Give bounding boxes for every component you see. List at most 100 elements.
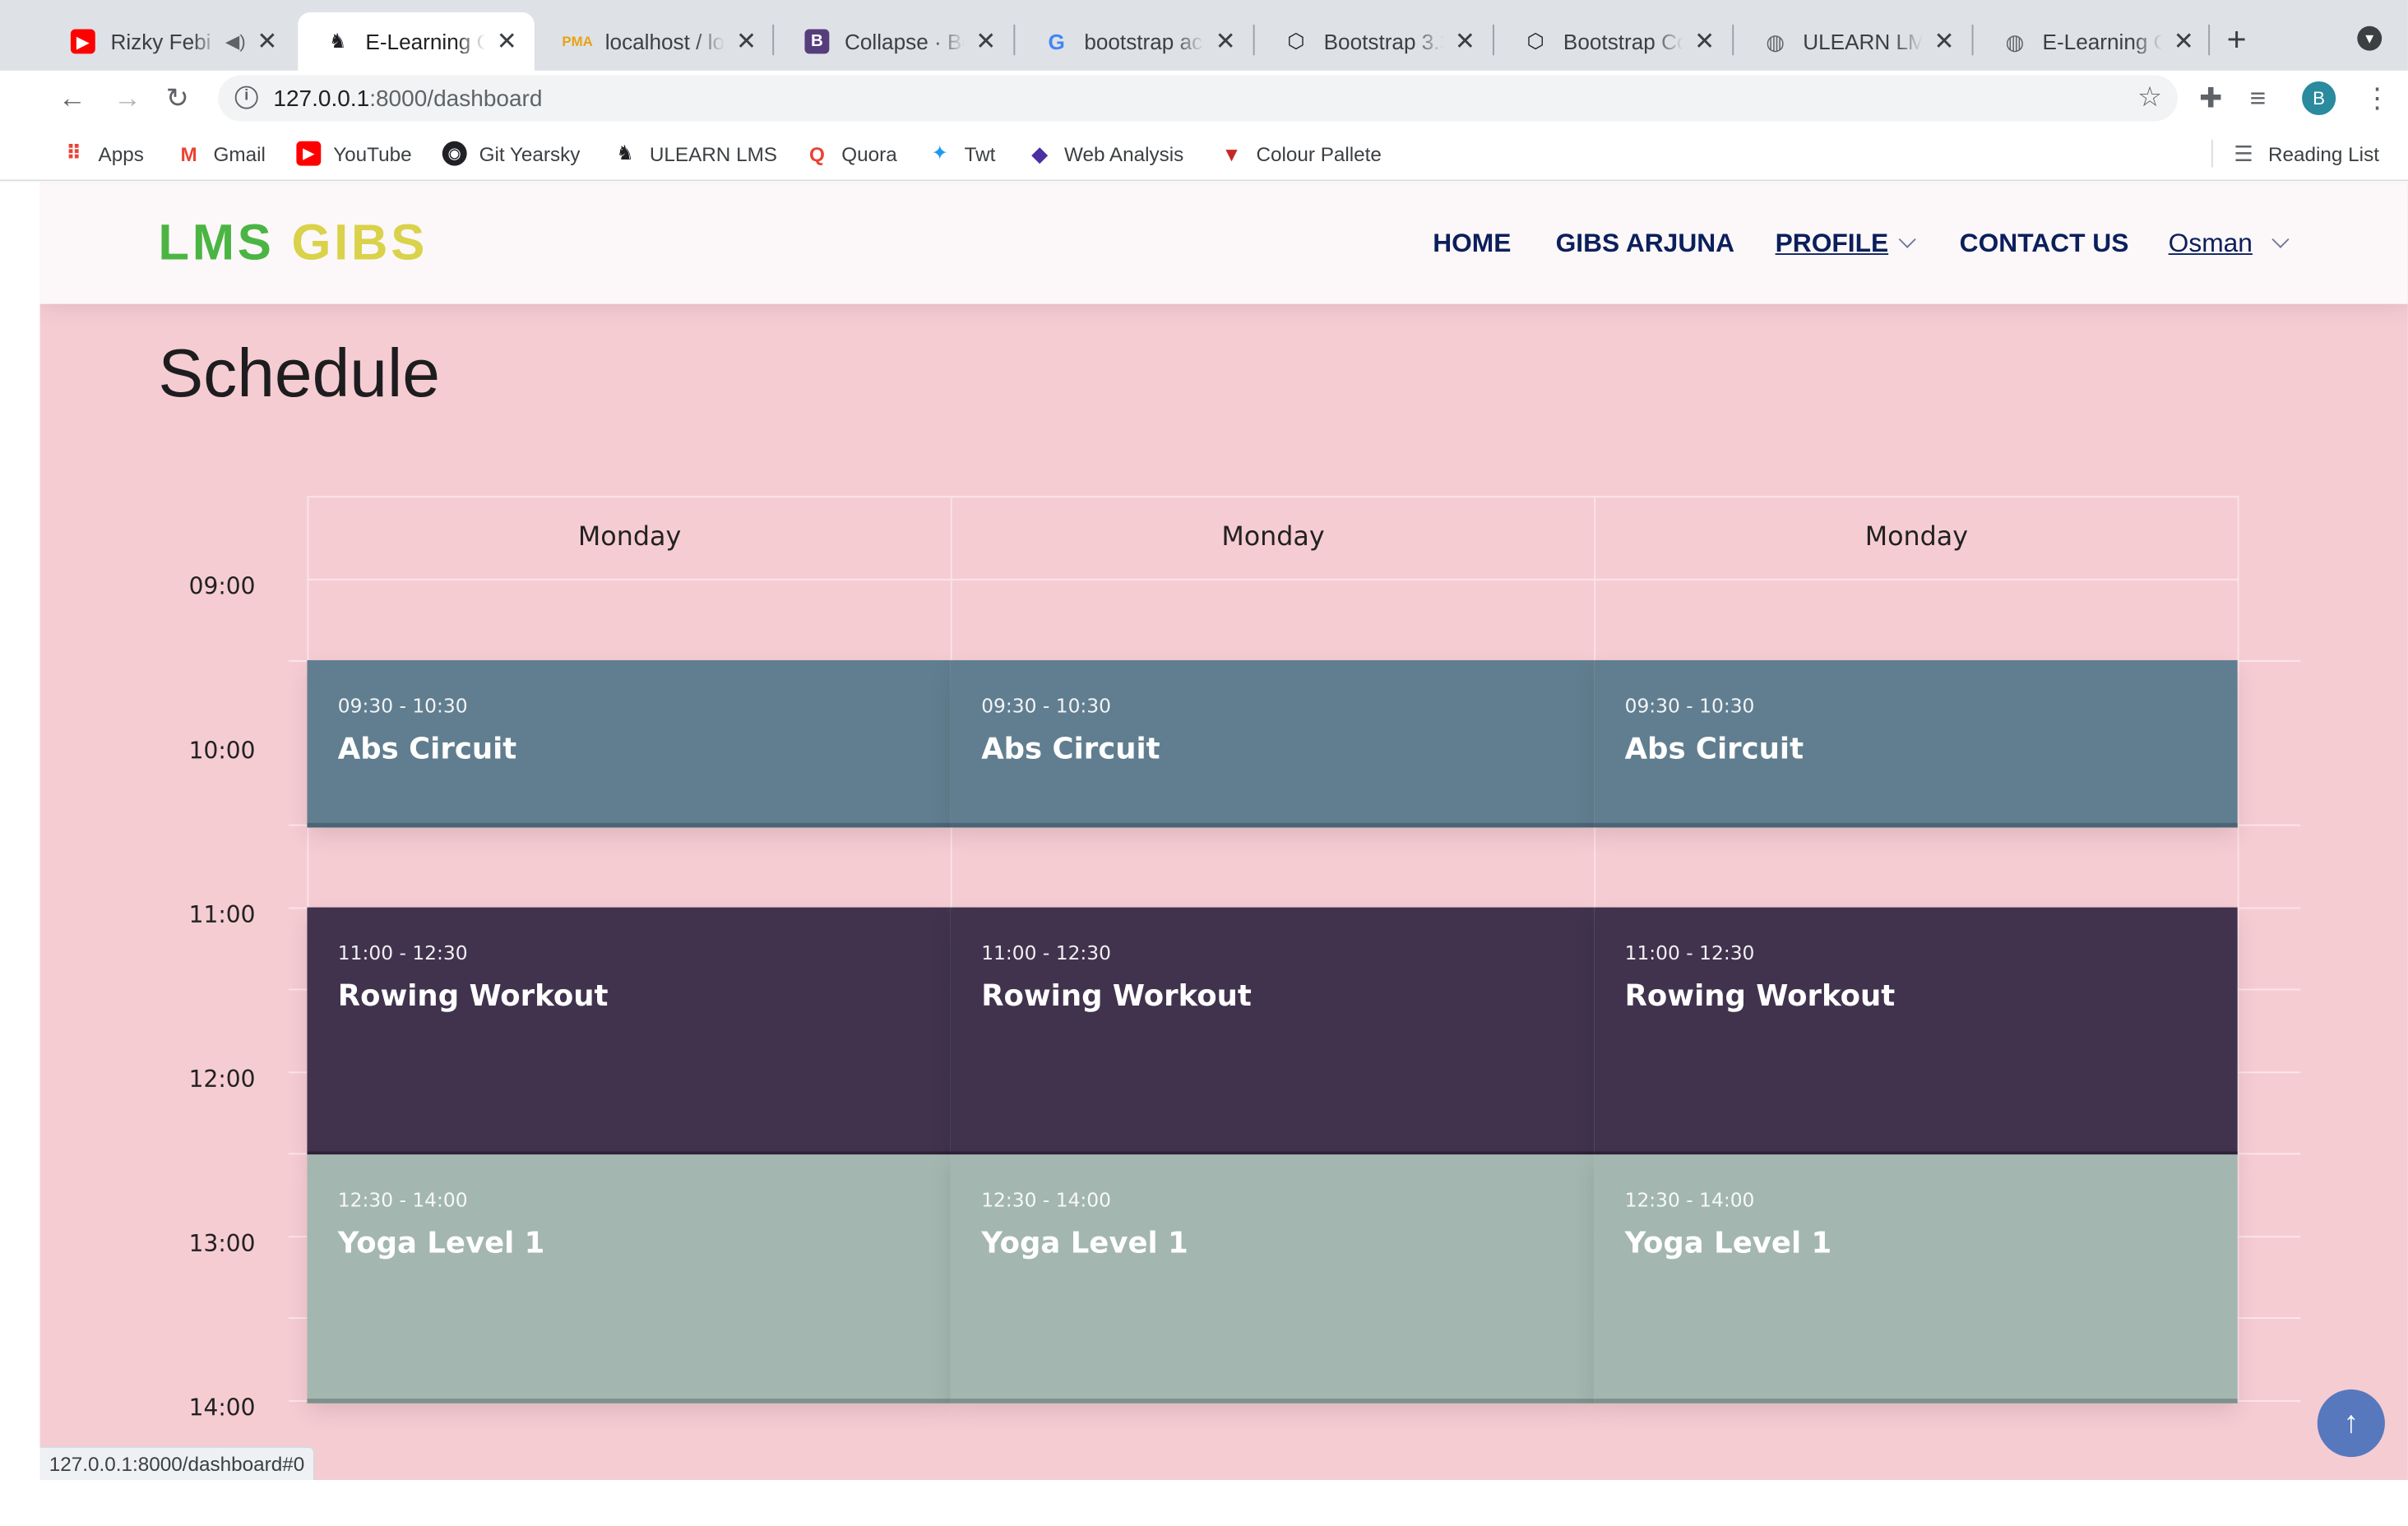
profile-avatar[interactable]: B	[2302, 81, 2336, 116]
nav-profile-dropdown[interactable]: PROFILE	[1776, 229, 1916, 259]
close-icon[interactable]: ✕	[1213, 26, 1238, 57]
bookmark-quora[interactable]: Q Quora	[804, 141, 897, 166]
tab-strip: ▶ Rizky Febi ◀) ✕ ♞ E-Learning GIBS ✕ PM…	[0, 0, 2408, 71]
close-icon[interactable]: ✕	[734, 26, 759, 57]
new-tab-button[interactable]: +	[2227, 20, 2247, 60]
twitter-icon: ✦	[931, 141, 948, 164]
event-name: Yoga Level 1	[981, 1226, 1188, 1261]
site-info-icon[interactable]: i	[234, 86, 258, 109]
apps-grid-icon: ⠿	[66, 141, 82, 164]
tab-title: E-Learning GIBS	[365, 29, 485, 54]
tab-bootstrap-collapse[interactable]: ⬡ Bootstrap Collapse ✕	[1496, 12, 1733, 71]
tab-title: Rizky Febi	[110, 29, 211, 54]
tab-elearning-gibs-2[interactable]: ◍ E-Learning GIBS ✕	[1975, 12, 2211, 71]
back-icon[interactable]: ←	[58, 83, 86, 115]
nav-contact-us[interactable]: CONTACT US	[1960, 229, 2129, 259]
tab-title: Bootstrap 3.3	[1323, 29, 1444, 54]
reading-list-icon: ☰	[2234, 140, 2253, 165]
codepen-icon: ⬡	[1526, 29, 1544, 53]
globe-icon: ◍	[1766, 28, 1785, 53]
extensions-puzzle-icon[interactable]: ✚	[2199, 83, 2222, 115]
time-label: 10:00	[188, 737, 256, 765]
close-icon[interactable]: ✕	[974, 26, 998, 57]
event-time: 09:30 - 10:30	[981, 694, 1112, 718]
close-icon[interactable]: ✕	[1932, 26, 1956, 57]
close-icon[interactable]: ✕	[1452, 26, 1477, 57]
event-name: Rowing Workout	[337, 979, 609, 1014]
event-rowing-workout[interactable]: 11:00 - 12:30 Rowing Workout	[307, 907, 951, 1155]
event-yoga-level-1[interactable]: 12:30 - 14:00 Yoga Level 1	[307, 1154, 951, 1403]
day-header: Monday	[577, 521, 682, 553]
close-icon[interactable]: ✕	[1693, 26, 1717, 57]
event-time: 12:30 - 14:00	[337, 1188, 468, 1212]
tab-bootstrap-accordion[interactable]: G bootstrap accordion ✕	[1016, 12, 1253, 71]
tab-bootstrap-3-3[interactable]: ⬡ Bootstrap 3.3 ✕	[1256, 12, 1493, 71]
browser-window: ▶ Rizky Febi ◀) ✕ ♞ E-Learning GIBS ✕ PM…	[0, 0, 2408, 1524]
address-url[interactable]: 127.0.0.1:8000/dashboard	[273, 86, 542, 113]
bookmark-web-analysis[interactable]: ◆ Web Analysis	[1027, 141, 1183, 166]
globe-icon: ◍	[2005, 28, 2025, 53]
event-name: Yoga Level 1	[337, 1226, 545, 1261]
youtube-icon: ▶	[296, 141, 322, 166]
event-time: 09:30 - 10:30	[1624, 694, 1755, 718]
event-name: Abs Circuit	[981, 732, 1160, 766]
nav-gibs-arjuna[interactable]: GIBS ARJUNA	[1556, 229, 1735, 259]
site-logo[interactable]: LMS GIBS	[158, 214, 428, 272]
tab-localhost[interactable]: PMA localhost / localhost ✕	[538, 12, 775, 71]
tab-collapse-bootstrap[interactable]: B Collapse · Bootstrap ✕	[777, 12, 1014, 71]
page-left-gutter	[0, 183, 40, 1524]
bookmark-git-yearsky[interactable]: ◉ Git Yearsky	[442, 141, 580, 166]
event-rowing-workout[interactable]: 11:00 - 12:30 Rowing Workout	[950, 907, 1595, 1155]
bookmark-twt[interactable]: ✦ Twt	[928, 141, 996, 166]
reading-list-button[interactable]: ☰ Reading List	[2231, 141, 2379, 166]
bookmarks-bar: ⠿ Apps M Gmail ▶ YouTube ◉ Git Yearsky ♞ ULEA…	[0, 126, 2408, 182]
event-abs-circuit[interactable]: 09:30 - 10:30 Abs Circuit	[950, 659, 1595, 828]
speaker-icon[interactable]: ◀)	[225, 30, 246, 52]
scroll-to-top-button[interactable]: ↑	[2317, 1389, 2385, 1458]
web-analysis-icon: ◆	[1031, 140, 1049, 165]
chevron-down-icon	[2271, 230, 2290, 248]
time-label: 12:00	[188, 1065, 256, 1094]
tab-title: localhost / localhost	[604, 29, 725, 54]
time-label: 14:00	[188, 1394, 256, 1422]
event-name: Abs Circuit	[1624, 732, 1804, 766]
bookmark-gmail[interactable]: M Gmail	[177, 141, 266, 166]
day-header: Monday	[1864, 521, 1969, 553]
youtube-icon: ▶	[70, 29, 95, 54]
tab-title: Bootstrap Collapse	[1563, 29, 1683, 54]
page-bottom-area	[39, 1480, 2408, 1524]
nav-home[interactable]: HOME	[1433, 229, 1511, 259]
bookmark-colour-pallete[interactable]: ▼ Colour Pallete	[1220, 141, 1382, 166]
time-label: 11:00	[188, 901, 256, 929]
colour-pallete-icon: ▼	[1221, 141, 1242, 165]
event-abs-circuit[interactable]: 09:30 - 10:30 Abs Circuit	[1594, 659, 2238, 828]
media-control-icon[interactable]: ≡	[2250, 83, 2267, 115]
event-rowing-workout[interactable]: 11:00 - 12:30 Rowing Workout	[1594, 907, 2238, 1155]
day-header: Monday	[1221, 521, 1325, 553]
bookmark-star-icon[interactable]: ☆	[2137, 81, 2162, 113]
close-icon[interactable]: ✕	[2171, 26, 2196, 57]
close-icon[interactable]: ✕	[255, 26, 280, 57]
reload-icon[interactable]: ↻	[166, 83, 189, 115]
google-icon: G	[1048, 29, 1065, 54]
event-yoga-level-1[interactable]: 12:30 - 14:00 Yoga Level 1	[950, 1154, 1595, 1403]
menu-kebab-icon[interactable]: ⋮	[2364, 83, 2392, 115]
address-bar[interactable]: i 127.0.0.1:8000/dashboard ☆	[218, 75, 2178, 122]
event-yoga-level-1[interactable]: 12:30 - 14:00 Yoga Level 1	[1594, 1154, 2238, 1403]
forward-icon[interactable]: →	[113, 83, 141, 115]
event-abs-circuit[interactable]: 09:30 - 10:30 Abs Circuit	[307, 659, 951, 828]
close-icon[interactable]: ✕	[494, 26, 519, 57]
bookmark-apps[interactable]: ⠿ Apps	[62, 141, 144, 166]
tab-title: E-Learning GIBS	[2042, 29, 2163, 54]
tab-search-icon[interactable]: ▼	[2357, 25, 2383, 51]
bootstrap-icon: B	[804, 29, 830, 54]
tab-title: bootstrap accordion	[1084, 29, 1204, 54]
user-menu-dropdown[interactable]: Osman	[2169, 229, 2290, 259]
tab-youtube[interactable]: ▶ Rizky Febi ◀) ✕	[43, 12, 294, 71]
chevron-down-icon	[1898, 230, 1916, 248]
github-icon: ◉	[442, 141, 467, 166]
bookmark-ulearn-lms[interactable]: ♞ ULEARN LMS	[613, 141, 777, 166]
tab-ulearn-lms[interactable]: ◍ ULEARN LMS ✕	[1735, 12, 1972, 71]
bookmark-youtube[interactable]: ▶ YouTube	[296, 141, 412, 166]
tab-elearning-gibs-active[interactable]: ♞ E-Learning GIBS ✕	[298, 12, 535, 71]
